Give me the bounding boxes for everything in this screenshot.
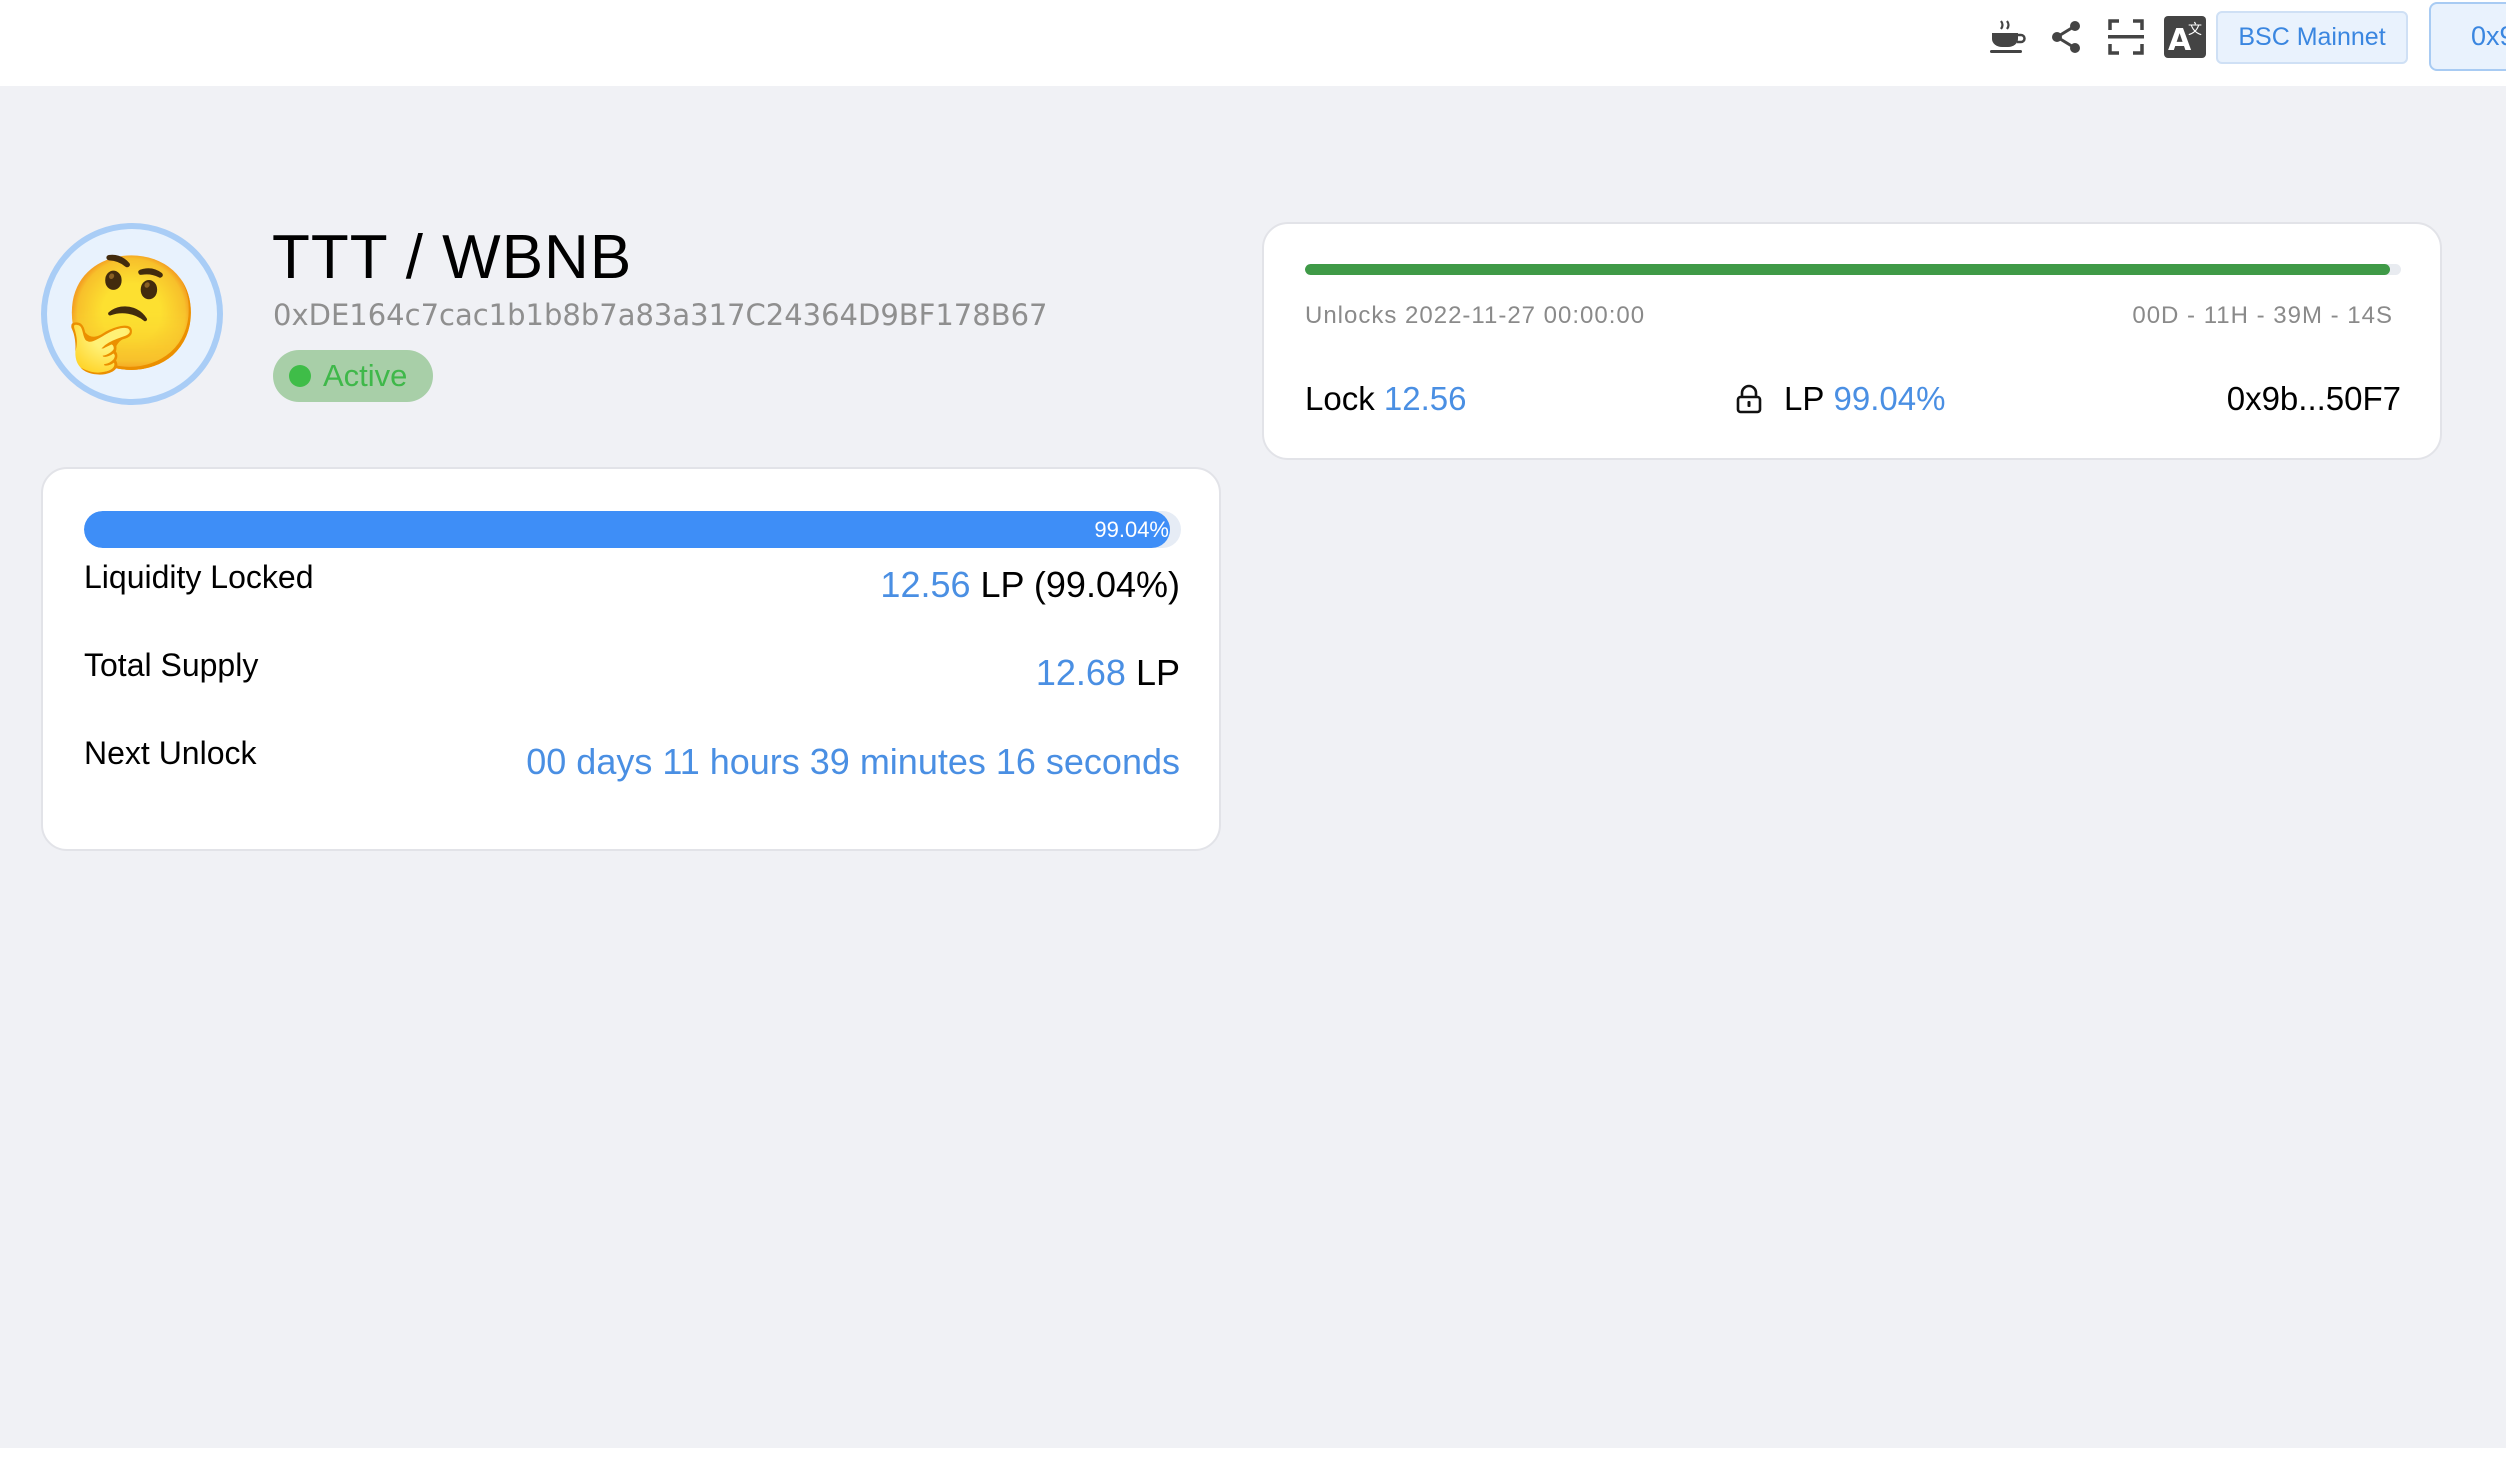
total-supply-suffix: LP: [1135, 652, 1180, 693]
svg-text:文: 文: [2188, 22, 2202, 38]
unlock-countdown: 00D - 11H - 39M - 14S: [2132, 302, 2393, 329]
wallet-button[interactable]: 0x9: [2429, 2, 2506, 71]
liquidity-locked-value: 12.56 LP (99.04%): [880, 564, 1180, 606]
lp-percent-value: 99.04%: [1833, 380, 1946, 417]
footer-strip: [0, 1448, 2506, 1482]
network-button[interactable]: BSC Mainnet: [2216, 11, 2408, 64]
translate-icon[interactable]: A 文: [2162, 14, 2208, 60]
owner-address[interactable]: 0x9b...50F7: [2227, 380, 2401, 418]
liquidity-locked-suffix: LP (99.04%): [980, 564, 1180, 605]
lock-icon: [1736, 384, 1762, 414]
liquidity-locked-amount: 12.56: [880, 564, 971, 605]
pair-address[interactable]: 0xDE164c7cac1b1b8b7a83a317C24364D9BF178B…: [273, 298, 1048, 332]
lock-progress-bar: [1305, 264, 2401, 275]
liquidity-summary-card: 99.04% Liquidity Locked 12.56 LP (99.04%…: [41, 467, 1221, 851]
status-label: Active: [323, 358, 408, 393]
lock-detail-card[interactable]: Unlocks 2022-11-27 00:00:00 00D - 11H - …: [1262, 222, 2442, 460]
total-supply-amount: 12.68: [1035, 652, 1126, 693]
total-supply-label: Total Supply: [84, 647, 259, 683]
lock-amount: Lock 12.56: [1305, 380, 1466, 418]
next-unlock-value: 00 days 11 hours 39 minutes 16 seconds: [526, 741, 1180, 783]
status-badge: Active: [273, 350, 433, 402]
token-avatar: 🤔: [41, 223, 223, 405]
lock-label: Lock: [1305, 380, 1375, 417]
total-supply-value: 12.68 LP: [1036, 652, 1180, 694]
lock-amount-value: 12.56: [1383, 380, 1467, 417]
liquidity-progress-bar: 99.04%: [84, 511, 1181, 548]
unlock-date: Unlocks 2022-11-27 00:00:00: [1305, 302, 1646, 329]
liquidity-progress-label: 99.04%: [1094, 517, 1169, 542]
thinking-face-icon: 🤔: [62, 251, 202, 376]
status-dot-icon: [289, 365, 311, 387]
fullscreen-icon[interactable]: [2103, 14, 2149, 60]
coffee-icon[interactable]: [1984, 14, 2030, 60]
lp-label: LP: [1784, 380, 1825, 417]
lp-percent: LP 99.04%: [1736, 380, 1945, 418]
liquidity-locked-label: Liquidity Locked: [84, 559, 314, 595]
next-unlock-label: Next Unlock: [84, 735, 257, 771]
pair-title: TTT / WBNB: [272, 223, 633, 292]
top-bar: A 文 BSC Mainnet 0x9: [0, 0, 2506, 86]
next-unlock-countdown: 00 days 11 hours 39 minutes 16 seconds: [526, 741, 1180, 782]
liquidity-progress-fill: [84, 511, 1171, 548]
share-icon[interactable]: [2043, 14, 2089, 60]
lock-progress-fill: [1305, 264, 2391, 275]
